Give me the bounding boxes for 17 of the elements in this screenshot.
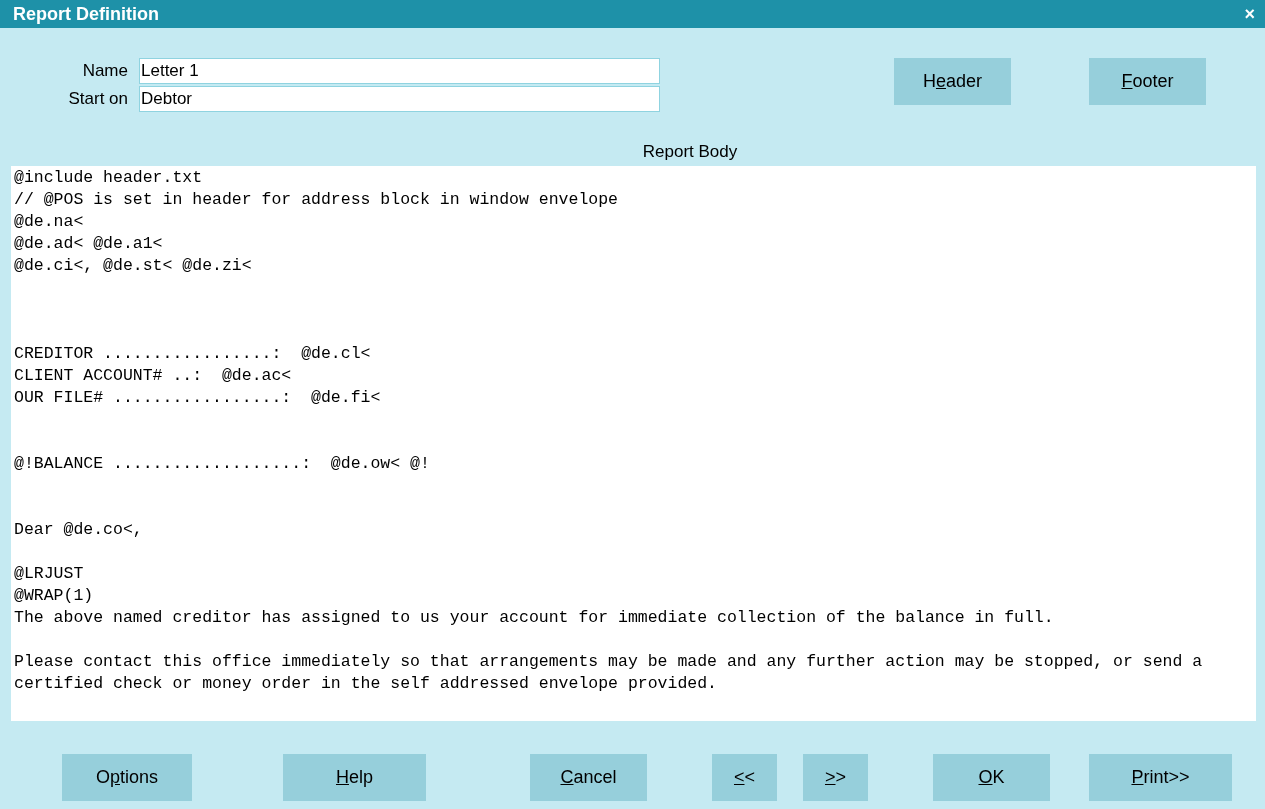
dialog-button[interactable]: >> — [803, 754, 868, 801]
section-title: Report Body — [641, 142, 739, 162]
dialog-button[interactable]: OK — [933, 754, 1050, 801]
toolbar-button[interactable]: Footer — [1089, 58, 1206, 105]
dialog-button[interactable]: Cancel — [530, 754, 647, 801]
text-field[interactable]: Letter 1 — [139, 58, 660, 84]
report-body-editor[interactable]: @include header.txt // @POS is set in header for address block in window envelope @de.na< @de.ad< @de.a1< @de.ci<, @de.st< @de.zi< CREDITOR .................: @de.cl< CLIENT ACCOUNT# ..: @de.ac< OUR FILE# .................: @de.fi< @!BALANCE ...................: @de.ow< @! Dear @de.co<, @LRJUST @WRAP(1) The above named creditor has assigned to us your account for immediate collection of the balance in full. Please contact this office immediately so that arrangements may be made and any further action may be stopped, or send a certified check or money order in the self addressed envelope provided. — [11, 166, 1256, 721]
dialog-button[interactable]: << — [712, 754, 777, 801]
toolbar-button[interactable]: Header — [894, 58, 1011, 105]
field-label: Name — [81, 60, 129, 83]
dialog-button[interactable]: Options — [62, 754, 192, 801]
field-label: Start on — [67, 88, 129, 111]
window-title: Report Definition — [13, 2, 159, 26]
text-field[interactable]: Debtor — [139, 86, 660, 112]
dialog-button[interactable]: Help — [283, 754, 426, 801]
close-button[interactable]: × — [1244, 5, 1255, 23]
dialog-button[interactable]: Print>> — [1089, 754, 1232, 801]
